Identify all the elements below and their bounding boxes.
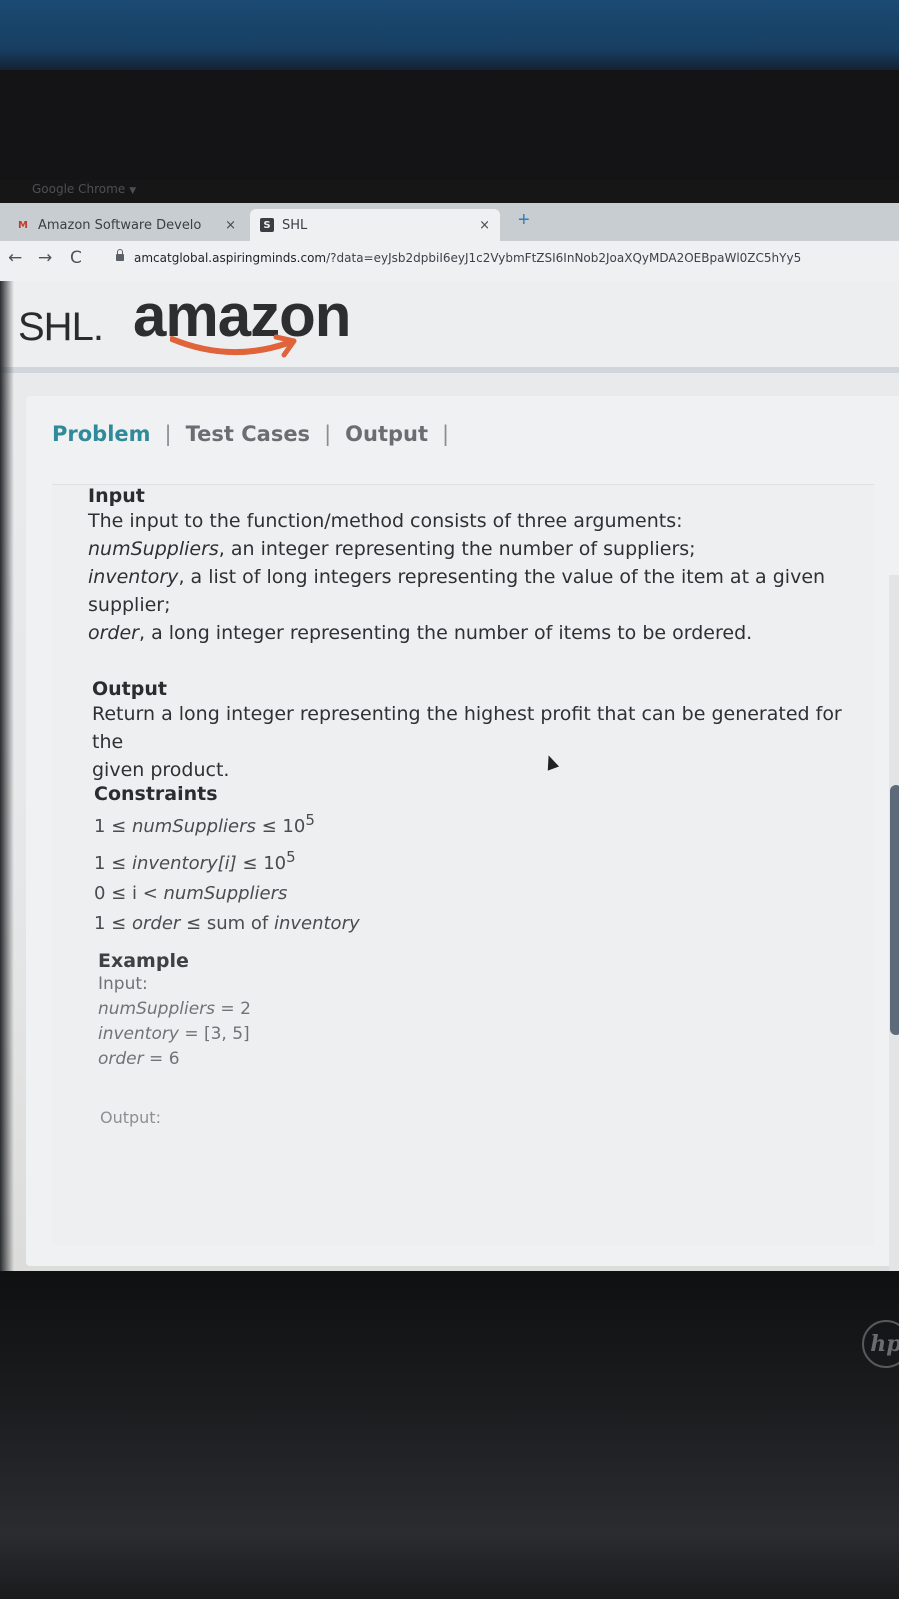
tab-output[interactable]: Output [345, 422, 428, 446]
output-section: Output Return a long integer representin… [92, 678, 862, 784]
tab-separator: | [442, 422, 450, 446]
tab-problem[interactable]: Problem [52, 422, 151, 446]
forward-arrow-icon[interactable]: → [38, 248, 52, 268]
example-heading: Example [98, 950, 189, 972]
new-tab-button[interactable]: + [518, 209, 530, 232]
example-line: numSuppliers = 2 [98, 999, 251, 1019]
constraints-section: Constraints 1 ≤ numSuppliers ≤ 105 1 ≤ i… [94, 783, 494, 939]
input-arg-order: order, a long integer representing the n… [88, 622, 753, 644]
amazon-smile-icon [170, 334, 297, 358]
browser-toolbar: ← → C amcatglobal.aspiringminds.com/?dat… [0, 241, 899, 281]
laptop-bezel-bottom [0, 1271, 899, 1599]
back-arrow-icon[interactable]: ← [8, 248, 22, 268]
shl-logo: SHL. [18, 305, 104, 349]
page: SHL. amazon Problem | Test Cases | Outpu… [0, 281, 899, 1335]
tab-separator: | [324, 422, 332, 446]
lock-icon [116, 249, 124, 261]
browser-tab-shl[interactable]: S SHL × [250, 209, 500, 241]
constraint-item: 0 ≤ i < numSuppliers [94, 883, 288, 904]
constraint-item: 1 ≤ order ≤ sum of inventory [94, 913, 360, 934]
input-intro: The input to the function/method consist… [88, 510, 683, 532]
constraint-item: 1 ≤ numSuppliers ≤ 105 [94, 811, 315, 837]
site-header: SHL. amazon [0, 281, 899, 373]
problem-card: Problem | Test Cases | Output | Input Th… [26, 396, 899, 1335]
constraints-heading: Constraints [94, 783, 218, 805]
example-output-label: Output: [100, 1108, 161, 1127]
tab-title: Amazon Software Develo [38, 217, 202, 233]
example-section: Example Input: numSuppliers = 2 inventor… [98, 950, 498, 1072]
tab-test-cases[interactable]: Test Cases [186, 422, 310, 446]
window-app-name: Google Chrome ▼ [32, 182, 137, 196]
output-line: Return a long integer representing the h… [92, 703, 842, 753]
tab-separator: | [164, 422, 172, 446]
scrollbar-thumb[interactable] [890, 785, 899, 1035]
chevron-down-icon: ▼ [129, 186, 137, 196]
example-line: order = 6 [98, 1049, 180, 1069]
screen-edge-shadow [0, 281, 14, 1271]
problem-statement: Input The input to the function/method c… [52, 484, 899, 1335]
input-arg-inventory-cont: supplier; [88, 594, 171, 616]
close-tab-icon[interactable]: × [225, 218, 236, 233]
laptop-bezel-top [0, 70, 899, 180]
gmail-m-icon: M [18, 219, 28, 231]
output-line: given product. [92, 759, 230, 781]
shl-s-icon: S [260, 218, 274, 232]
input-heading: Input [88, 485, 145, 507]
example-input-label: Input: [98, 974, 148, 994]
address-bar[interactable]: amcatglobal.aspiringminds.com/?data=eyJs… [134, 251, 894, 265]
example-line: inventory = [3, 5] [98, 1024, 250, 1044]
reload-icon[interactable]: C [70, 248, 82, 268]
tab-title: SHL [282, 217, 308, 233]
problem-tabs: Problem | Test Cases | Output | [52, 422, 463, 446]
input-arg-numsuppliers: numSuppliers, an integer representing th… [88, 538, 696, 560]
background-wall [0, 0, 899, 70]
input-arg-inventory: inventory, a list of long integers repre… [88, 566, 826, 588]
output-heading: Output [92, 678, 167, 700]
browser-tab-amazon[interactable]: M Amazon Software Develo × [6, 209, 246, 241]
browser-tab-strip: M Amazon Software Develo × S SHL × [0, 203, 899, 241]
close-tab-icon[interactable]: × [479, 218, 490, 233]
constraint-item: 1 ≤ inventory[i] ≤ 105 [94, 848, 296, 874]
input-section: Input The input to the function/method c… [88, 485, 848, 647]
